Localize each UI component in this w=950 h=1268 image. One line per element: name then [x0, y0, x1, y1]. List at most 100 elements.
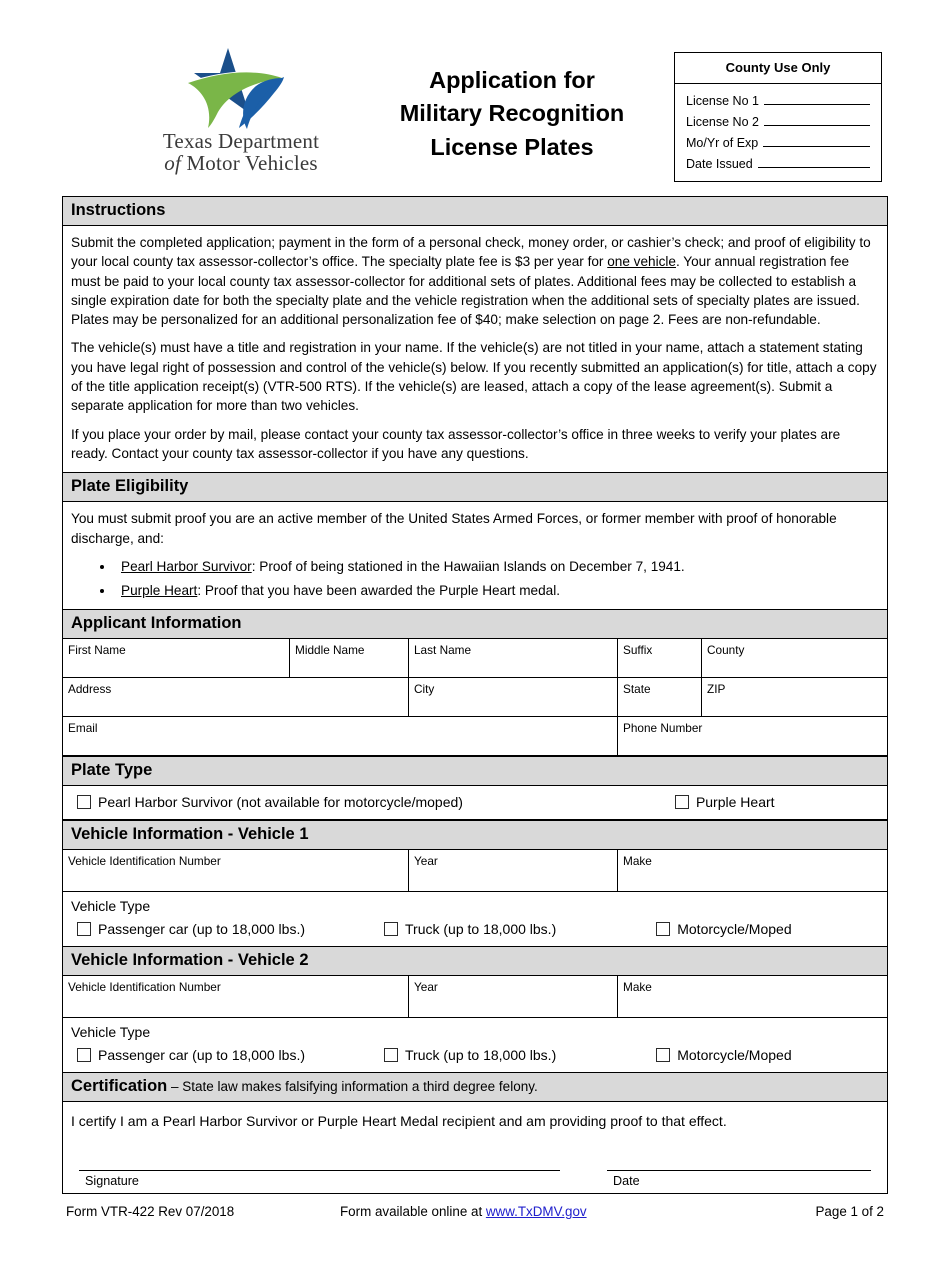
signature-column: Signature: [79, 1170, 560, 1193]
footer-form-id: Form VTR-422 Rev 07/2018: [66, 1204, 235, 1220]
vehicle-1-type-truck[interactable]: Truck (up to 18,000 lbs.): [384, 921, 556, 937]
date-column: Date: [607, 1170, 871, 1193]
last-name-label: Last Name: [414, 643, 472, 658]
txdmv-website-link[interactable]: www.TxDMV.gov: [486, 1204, 587, 1219]
checkbox-vehicle-2-motorcycle-moped[interactable]: [656, 1048, 671, 1063]
zip-field[interactable]: ZIP: [702, 678, 887, 716]
plate-eligibility-body: You must submit proof you are an active …: [63, 502, 887, 611]
checkbox-vehicle-1-truck[interactable]: [384, 922, 399, 937]
phone-number-field[interactable]: Phone Number: [618, 717, 887, 755]
vehicle-2-type-motorcycle[interactable]: Motorcycle/Moped: [656, 1047, 792, 1063]
date-issued-field[interactable]: [757, 155, 870, 168]
vehicle-1-info-row: Vehicle Identification Number Year Make: [63, 850, 887, 893]
eligibility-intro: You must submit proof you are an active …: [71, 511, 837, 546]
license-no-1-label: License No 1: [686, 94, 759, 108]
signature-gap: [560, 1170, 607, 1193]
license-no-2-field[interactable]: [763, 113, 870, 126]
state-field[interactable]: State: [618, 678, 702, 717]
vehicle-1-type-block: Vehicle Type Passenger car (up to 18,000…: [63, 892, 887, 948]
checkbox-pearl-harbor-survivor[interactable]: [77, 795, 91, 810]
logo-text-line1: Texas Department: [162, 129, 320, 153]
vehicle-1-vin-field[interactable]: Vehicle Identification Number: [63, 850, 409, 892]
county-field[interactable]: County: [702, 639, 887, 677]
vehicle-2-passenger-label: Passenger car (up to 18,000 lbs.): [98, 1047, 306, 1064]
vehicle-1-passenger-label: Passenger car (up to 18,000 lbs.): [98, 921, 306, 938]
suffix-field[interactable]: Suffix: [618, 639, 702, 678]
logo-text-line2: of Motor Vehicles: [164, 151, 318, 176]
zip-label: ZIP: [707, 682, 726, 697]
vehicle-2-vin-field[interactable]: Vehicle Identification Number: [63, 976, 409, 1018]
certification-heading: Certification: [71, 1077, 168, 1096]
email-label: Email: [68, 721, 98, 736]
section-header-plate-eligibility: Plate Eligibility: [63, 473, 887, 503]
section-header-certification: Certification – State law makes falsifyi…: [63, 1073, 887, 1103]
vehicle-2-info-row: Vehicle Identification Number Year Make: [63, 976, 887, 1019]
footer-availability: Form available online at www.TxDMV.gov: [340, 1204, 587, 1219]
vehicle-2-type-options: Passenger car (up to 18,000 lbs.) Truck …: [63, 1047, 887, 1063]
list-item: Pearl Harbor Survivor: Proof of being st…: [115, 557, 879, 576]
vehicle-2-truck-label: Truck (up to 18,000 lbs.): [405, 1047, 557, 1064]
instructions-body: Submit the completed application; paymen…: [63, 226, 887, 474]
county-row-date-issued: Date Issued: [686, 155, 870, 171]
state-label: State: [623, 682, 651, 697]
county-label: County: [707, 643, 745, 658]
title-line-1: Application for: [429, 67, 595, 93]
vehicle-2-year-field[interactable]: Year: [409, 976, 618, 1018]
section-header-vehicle-2: Vehicle Information - Vehicle 2: [63, 947, 887, 977]
plate-type-option-purple-heart[interactable]: Purple Heart: [674, 794, 775, 811]
footer-availability-text: Form available online at: [340, 1204, 486, 1220]
county-row-license-no-2: License No 2: [686, 113, 870, 129]
checkbox-purple-heart[interactable]: [674, 795, 689, 810]
txdmv-logo-icon: [186, 48, 284, 129]
vehicle-1-motorcycle-label: Motorcycle/Moped: [677, 921, 792, 938]
date-issued-label: Date Issued: [686, 157, 753, 171]
vehicle-1-type-motorcycle[interactable]: Motorcycle/Moped: [656, 921, 792, 938]
vehicle-2-type-truck[interactable]: Truck (up to 18,000 lbs.): [384, 1047, 556, 1063]
vehicle-1-year-label: Year: [414, 854, 438, 869]
email-field[interactable]: Email: [63, 717, 618, 756]
section-header-vehicle-1: Vehicle Information - Vehicle 1: [63, 820, 887, 851]
address-label: Address: [68, 682, 112, 697]
county-row-mo-yr-exp: Mo/Yr of Exp: [686, 134, 870, 150]
license-no-1-field[interactable]: [763, 92, 870, 105]
vehicle-2-make-label: Make: [623, 980, 652, 995]
checkbox-vehicle-1-passenger-car[interactable]: [77, 922, 91, 937]
last-name-field[interactable]: Last Name: [409, 639, 618, 678]
first-name-field[interactable]: First Name: [63, 639, 290, 678]
checkbox-vehicle-1-motorcycle-moped[interactable]: [656, 922, 671, 937]
footer-page-number: Page 1 of 2: [815, 1204, 885, 1220]
plate-type-options-row: Pearl Harbor Survivor (not available for…: [63, 786, 887, 821]
title-line-3: License Plates: [430, 133, 594, 160]
vehicle-2-type-block: Vehicle Type Passenger car (up to 18,000…: [63, 1018, 887, 1074]
instructions-paragraph-1: Submit the completed application; paymen…: [71, 235, 871, 328]
vehicle-2-make-field[interactable]: Make: [618, 976, 887, 1017]
vehicle-1-make-field[interactable]: Make: [618, 850, 887, 891]
plate-type-option-pearl-harbor[interactable]: Pearl Harbor Survivor (not available for…: [77, 794, 463, 810]
plate-type-purple-heart-label: Purple Heart: [695, 794, 775, 811]
vehicle-1-type-passenger[interactable]: Passenger car (up to 18,000 lbs.): [77, 921, 305, 937]
checkbox-vehicle-2-truck[interactable]: [384, 1048, 399, 1063]
city-field[interactable]: City: [409, 678, 618, 717]
eligibility-list: Pearl Harbor Survivor: Proof of being st…: [71, 557, 879, 601]
checkbox-vehicle-2-passenger-car[interactable]: [77, 1048, 91, 1063]
vehicle-1-type-options: Passenger car (up to 18,000 lbs.) Truck …: [63, 921, 887, 937]
county-row-license-no-1: License No 1: [686, 92, 870, 108]
applicant-address-row: Address City State ZIP: [63, 678, 887, 718]
vehicle-1-make-label: Make: [623, 854, 652, 869]
page-header: Texas Department of Motor Vehicles Appli…: [62, 38, 888, 188]
first-name-label: First Name: [68, 643, 126, 658]
middle-name-field[interactable]: Middle Name: [290, 639, 409, 678]
address-field[interactable]: Address: [63, 678, 409, 717]
section-header-plate-type: Plate Type: [63, 756, 887, 787]
txdmv-logo: Texas Department of Motor Vehicles: [136, 46, 346, 174]
form-page: Texas Department of Motor Vehicles Appli…: [0, 38, 950, 1268]
vehicle-1-vin-label: Vehicle Identification Number: [68, 854, 221, 869]
vehicle-1-type-label: Vehicle Type: [71, 898, 151, 915]
section-header-instructions: Instructions: [63, 197, 887, 226]
form-body: Instructions Submit the completed applic…: [62, 196, 888, 1195]
mo-yr-exp-field[interactable]: [763, 134, 870, 147]
phone-number-label: Phone Number: [623, 721, 703, 736]
vehicle-1-year-field[interactable]: Year: [409, 850, 618, 892]
section-header-applicant-information: Applicant Information: [63, 610, 887, 640]
vehicle-2-type-passenger[interactable]: Passenger car (up to 18,000 lbs.): [77, 1047, 305, 1063]
